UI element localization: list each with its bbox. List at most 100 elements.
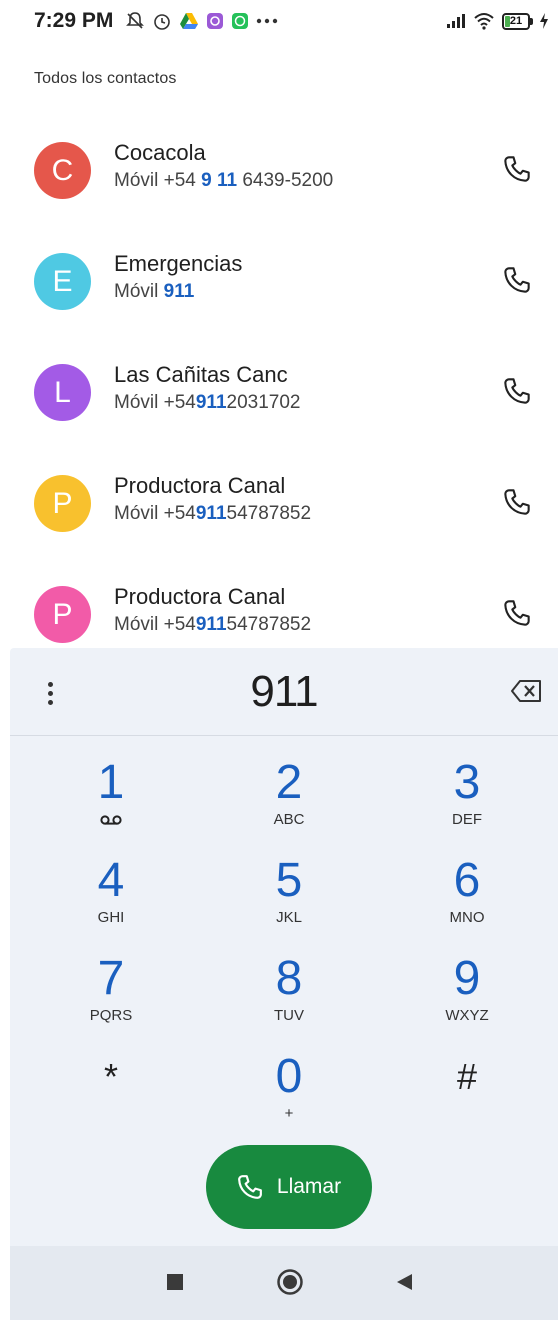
dial-key[interactable]: #: [402, 1050, 532, 1140]
contact-row[interactable]: E Emergencias Móvil 911: [0, 232, 558, 332]
contact-number: Móvil 911: [114, 278, 242, 306]
contact-number: Móvil +5491154787852: [114, 611, 311, 639]
contact-name: Productora Canal: [114, 473, 286, 498]
dial-key[interactable]: *: [46, 1050, 176, 1140]
call-contact-button[interactable]: [500, 596, 534, 630]
number-match: 9 11: [201, 170, 238, 191]
dial-key[interactable]: 5 JKL: [224, 854, 354, 944]
dial-key[interactable]: 9 WXYZ: [402, 952, 532, 1042]
dial-key[interactable]: 1: [46, 756, 176, 846]
call-button-label: Llamar: [276, 1175, 342, 1198]
whatsapp-icon: [232, 13, 249, 29]
signal-icon: [447, 14, 465, 28]
key-digit: 5: [275, 854, 303, 907]
avatar: L: [34, 364, 91, 421]
status-bar: 7:29 PM 21: [0, 0, 558, 42]
avatar: C: [34, 142, 91, 199]
number-suffix: 6439-5200: [237, 170, 334, 191]
more-notifications-icon: [257, 18, 278, 24]
dialpad-panel: 911 1 2 ABC 3 DEF 4 GHI 5 JKL 6 MNO 7 PQRS 8 TUV 9 WXYZ *…: [10, 648, 558, 1320]
dial-key[interactable]: 8 TUV: [224, 952, 354, 1042]
voicemail-icon: [100, 815, 122, 825]
key-digit: 0: [275, 1050, 303, 1103]
number-type-label: Móvil: [114, 170, 159, 191]
dial-key[interactable]: 2 ABC: [224, 756, 354, 846]
home-button[interactable]: [276, 1268, 304, 1296]
number-prefix: +54: [163, 392, 196, 413]
number-match: 911: [195, 503, 227, 524]
dial-key[interactable]: 0 +: [224, 1050, 354, 1140]
key-digit: 4: [97, 854, 125, 907]
muted-bell-icon: [126, 12, 145, 29]
key-digit: 9: [453, 952, 481, 1005]
back-button[interactable]: [394, 1272, 414, 1292]
phone-icon: [504, 267, 530, 293]
call-button[interactable]: Llamar: [206, 1145, 372, 1229]
dial-key[interactable]: 7 PQRS: [46, 952, 176, 1042]
more-options-icon[interactable]: [38, 678, 62, 708]
call-contact-button[interactable]: [500, 374, 534, 408]
contact-row[interactable]: C Cocacola Móvil +54 9 11 6439-5200: [0, 121, 558, 221]
key-letters: PQRS: [89, 1007, 133, 1024]
dialed-number[interactable]: 911: [250, 667, 318, 717]
home-circle-icon: [277, 1269, 303, 1295]
contact-info: Productora Canal Móvil +5491154787852: [114, 583, 311, 639]
number-type-label: Móvil: [114, 614, 159, 635]
dial-key[interactable]: 4 GHI: [46, 854, 176, 944]
key-letters: +: [284, 1105, 294, 1122]
number-prefix: +54: [163, 614, 196, 635]
dial-key[interactable]: 6 MNO: [402, 854, 532, 944]
avatar-initial: C: [51, 153, 74, 187]
key-digit: 7: [97, 952, 125, 1005]
avatar: E: [34, 253, 91, 310]
key-letters: JKL: [276, 909, 302, 926]
phone-icon: [504, 600, 530, 626]
key-digit: *: [103, 1056, 118, 1097]
recents-button[interactable]: [165, 1272, 185, 1292]
contact-name: Emergencias: [114, 251, 243, 276]
contact-row[interactable]: L Las Cañitas Canc Móvil +549112031702: [0, 343, 558, 443]
section-header: Todos los contactos: [34, 70, 177, 87]
number-prefix: +54: [163, 170, 202, 191]
key-letters: ABC: [273, 811, 305, 828]
call-contact-button[interactable]: [500, 263, 534, 297]
number-suffix: 54787852: [226, 614, 312, 635]
key-letters: WXYZ: [445, 1007, 489, 1024]
key-digit: 6: [453, 854, 481, 907]
number-prefix: +54: [163, 503, 196, 524]
number-match: 911: [163, 281, 195, 302]
battery-level: 21: [509, 15, 523, 27]
number-type-label: Móvil: [114, 281, 159, 302]
call-contact-button[interactable]: [500, 152, 534, 186]
avatar-initial: L: [54, 375, 71, 409]
number-match: 911: [195, 614, 227, 635]
back-triangle-icon: [397, 1274, 412, 1290]
dialed-number-bar: 911: [10, 648, 558, 736]
dial-key[interactable]: 3 DEF: [402, 756, 532, 846]
phone-icon: [504, 156, 530, 182]
key-letters: GHI: [97, 909, 125, 926]
key-letters: DEF: [452, 811, 482, 828]
notification-icons: [125, 11, 278, 31]
contact-info: Cocacola Móvil +54 9 11 6439-5200: [114, 139, 333, 195]
phone-icon: [504, 489, 530, 515]
avatar-initial: E: [52, 264, 73, 298]
backspace-icon[interactable]: [510, 679, 542, 703]
avatar: P: [34, 586, 91, 643]
contact-number: Móvil +5491154787852: [114, 500, 311, 528]
contact-name: Las Cañitas Canc: [114, 362, 288, 387]
avatar-initial: P: [52, 486, 73, 520]
key-digit: 2: [275, 756, 303, 809]
phone-icon: [504, 378, 530, 404]
number-type-label: Móvil: [114, 503, 159, 524]
contact-info: Emergencias Móvil 911: [114, 250, 242, 306]
wifi-icon: [474, 13, 494, 30]
key-letters: TUV: [274, 1007, 304, 1024]
contact-name: Cocacola: [114, 140, 206, 165]
key-digit: 8: [275, 952, 303, 1005]
call-contact-button[interactable]: [500, 485, 534, 519]
avatar-initial: P: [52, 597, 73, 631]
number-match: 911: [195, 392, 227, 413]
contact-row[interactable]: P Productora Canal Móvil +5491154787852: [0, 454, 558, 554]
key-digit: 3: [453, 756, 481, 809]
